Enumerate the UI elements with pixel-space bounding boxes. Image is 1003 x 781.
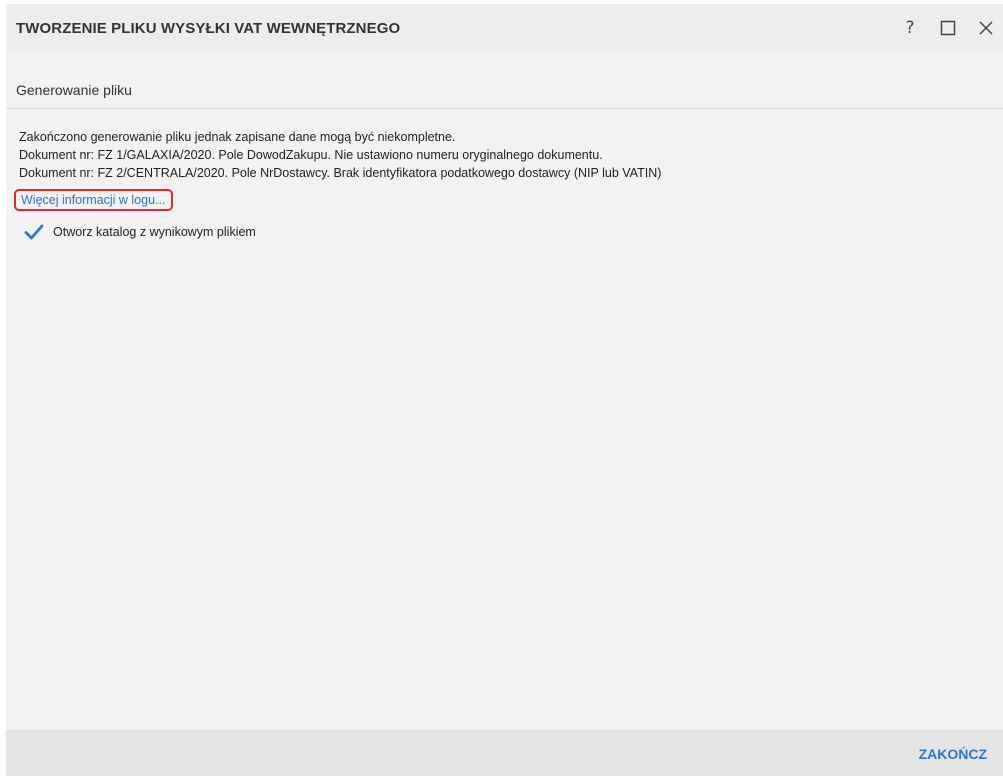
status-message: Zakończono generowanie pliku jednak zapi… <box>19 130 456 144</box>
warning-message: Dokument nr: FZ 1/GALAXIA/2020. Pole Dow… <box>19 148 603 162</box>
warning-message: Dokument nr: FZ 2/CENTRALA/2020. Pole Nr… <box>19 166 662 180</box>
dialog-title: TWORZENIE PLIKU WYSYŁKI VAT WEWNĘTRZNEGO <box>16 20 401 37</box>
checkmark-icon <box>23 221 45 243</box>
help-icon: ? <box>905 18 915 38</box>
open-folder-checkbox[interactable]: Otworz katalog z wynikowym plikiem <box>23 221 256 243</box>
message-area: Zakończono generowanie pliku jednak zapi… <box>19 128 979 182</box>
open-folder-label: Otworz katalog z wynikowym plikiem <box>53 225 256 239</box>
title-bar: TWORZENIE PLIKU WYSYŁKI VAT WEWNĘTRZNEGO… <box>6 4 1003 52</box>
maximize-button[interactable] <box>935 14 961 42</box>
close-icon <box>979 21 993 35</box>
close-button[interactable] <box>973 14 999 42</box>
maximize-icon <box>940 20 956 36</box>
section-header: Generowanie pliku <box>6 72 1003 109</box>
section-title: Generowanie pliku <box>16 82 132 98</box>
dialog-window: TWORZENIE PLIKU WYSYŁKI VAT WEWNĘTRZNEGO… <box>6 4 1003 776</box>
finish-button[interactable]: ZAKOŃCZ <box>913 742 993 766</box>
dialog-footer: ZAKOŃCZ <box>6 730 1003 776</box>
help-button[interactable]: ? <box>897 14 923 42</box>
log-details-link[interactable]: Więcej informacji w logu... <box>14 189 173 211</box>
